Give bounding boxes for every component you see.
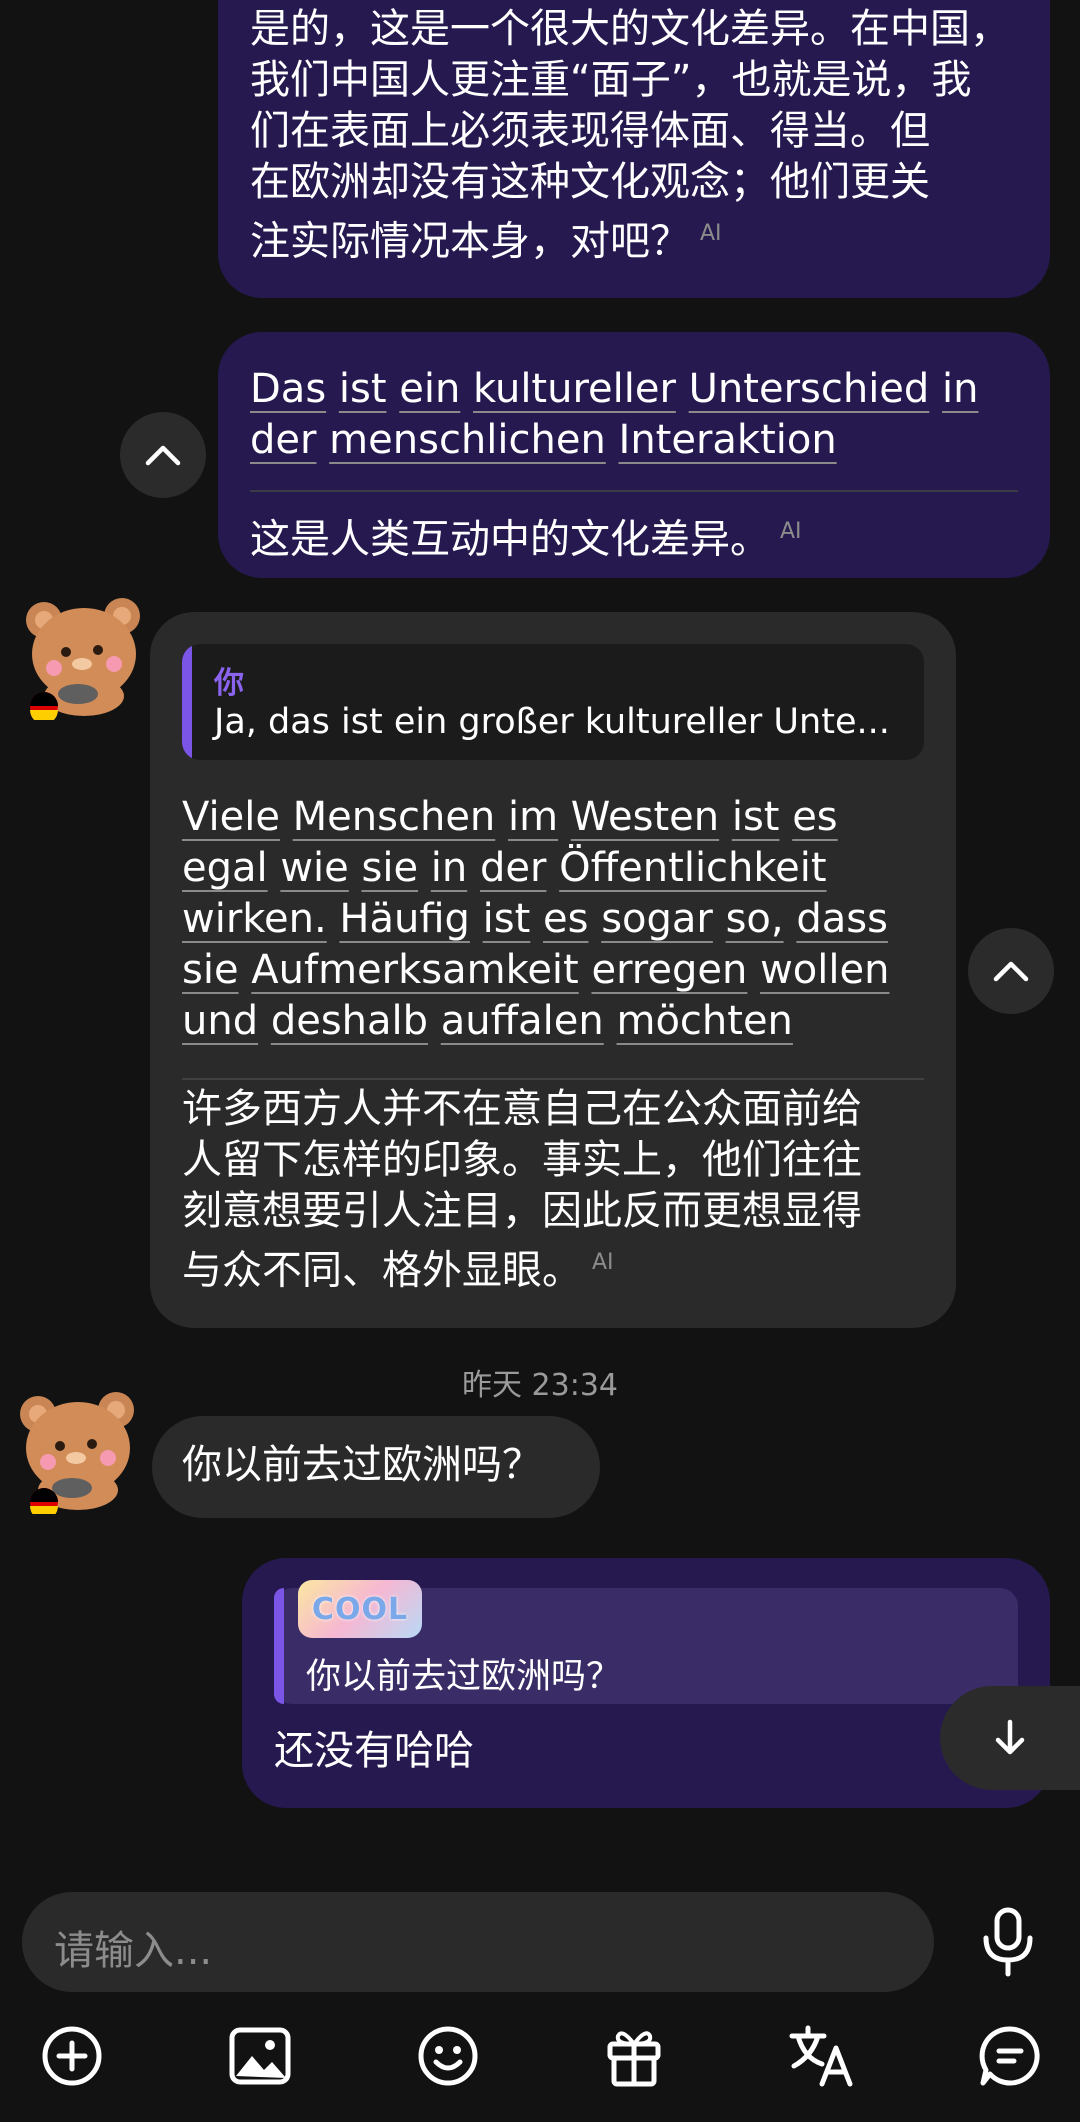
- translatable-word[interactable]: Unterschied: [689, 366, 930, 412]
- translatable-word[interactable]: Interaktion: [619, 417, 837, 463]
- add-button[interactable]: [34, 2018, 110, 2094]
- message-bubble-incoming[interactable]: 你以前去过欧洲吗？: [152, 1416, 600, 1518]
- translatable-word[interactable]: der: [250, 417, 316, 463]
- translatable-word[interactable]: wie: [280, 845, 348, 891]
- translatable-word[interactable]: so,: [726, 896, 784, 942]
- chevron-up-icon: [145, 445, 181, 466]
- translatable-word[interactable]: Häufig: [339, 896, 470, 942]
- translatable-word[interactable]: deshalb: [271, 998, 428, 1044]
- message-line: 刻意想要引人注目，因此反而更想显得: [182, 1188, 862, 1234]
- translatable-word[interactable]: ist: [339, 366, 387, 412]
- translatable-word[interactable]: sogar: [601, 896, 713, 942]
- translatable-word[interactable]: ist: [732, 794, 780, 840]
- microphone-icon: [983, 1907, 1033, 1977]
- message-bubble-outgoing[interactable]: 是的，这是一个很大的文化差异。在中国， 我们中国人更注重“面子”，也就是说，我 们在…: [218, 0, 1050, 298]
- translatable-word[interactable]: Viele: [182, 794, 280, 840]
- message-text: 你以前去过欧洲吗？: [182, 1442, 542, 1488]
- message-bubble-incoming-translated[interactable]: 你 Ja, das ist ein großer kultureller Unt…: [150, 612, 956, 1328]
- message-text: 还没有哈哈: [274, 1728, 474, 1774]
- chat-icon: [979, 2026, 1040, 2086]
- translatable-word[interactable]: möchten: [616, 998, 792, 1044]
- translatable-word[interactable]: es: [543, 896, 588, 942]
- translatable-word[interactable]: ist: [483, 896, 531, 942]
- translatable-word[interactable]: in: [431, 845, 467, 891]
- input-placeholder: 请输入...: [54, 1928, 213, 1974]
- original-text: Viele Menschen im Westen ist es egal wie …: [182, 792, 889, 1047]
- image-icon: [229, 2027, 291, 2085]
- translation-divider: [182, 1078, 924, 1080]
- message-line: 在欧洲却没有这种文化观念；他们更关: [250, 159, 930, 205]
- translate-icon: [789, 2025, 853, 2087]
- translatable-word[interactable]: menschlichen: [329, 417, 606, 463]
- message-bubble-outgoing-translated[interactable]: Das ist ein kultureller Unterschied in d…: [218, 332, 1050, 578]
- translatable-word[interactable]: und: [182, 998, 258, 1044]
- message-line: 我们中国人更注重“面子”，也就是说，我: [250, 57, 972, 103]
- translatable-word[interactable]: wollen: [760, 947, 889, 993]
- translatable-word[interactable]: in: [942, 366, 978, 412]
- collapse-translation-button[interactable]: [120, 412, 206, 498]
- quote-accent-bar: [182, 644, 192, 760]
- translatable-word[interactable]: Aufmerksamkeit: [251, 947, 578, 993]
- message-line: 是的，这是一个很大的文化差异。在中国，: [250, 6, 1010, 52]
- scroll-to-bottom-button[interactable]: [940, 1686, 1080, 1790]
- chat-button[interactable]: [972, 2018, 1048, 2094]
- message-line: 许多西方人并不在意自己在公众面前给: [182, 1086, 862, 1132]
- translatable-word[interactable]: sie: [182, 947, 239, 993]
- avatar[interactable]: [14, 584, 150, 724]
- quote-accent-bar: [274, 1588, 284, 1704]
- message-bubble-outgoing-reply[interactable]: COOL 你以前去过欧洲吗？ 还没有哈哈: [242, 1558, 1050, 1808]
- translatable-word[interactable]: Öffentlichkeit: [559, 845, 826, 891]
- translatable-word[interactable]: wirken.: [182, 896, 327, 942]
- message-line: 注实际情况本身，对吧？ AI: [250, 218, 722, 265]
- avatar[interactable]: [8, 1378, 144, 1520]
- gift-icon: [607, 2031, 661, 2087]
- emoji-button[interactable]: [410, 2018, 486, 2094]
- sticker-icon: COOL: [298, 1580, 422, 1638]
- add-icon: [42, 2026, 102, 2086]
- message-line: 人留下怎样的印象。事实上，他们往往: [182, 1137, 862, 1183]
- translation-divider: [250, 490, 1018, 492]
- translatable-word[interactable]: dass: [796, 896, 888, 942]
- emoji-icon: [418, 2026, 478, 2086]
- message-line: 与众不同、格外显眼。 AI: [182, 1247, 614, 1294]
- quote-text: Ja, das ist ein großer kultureller Unte.…: [214, 702, 890, 742]
- translatable-word[interactable]: auffalen: [441, 998, 604, 1044]
- quote-text: 你以前去过欧洲吗？: [306, 1657, 622, 1697]
- translatable-word[interactable]: erregen: [591, 947, 747, 993]
- german-flag-icon: [30, 692, 58, 724]
- translatable-word[interactable]: Westen: [571, 794, 719, 840]
- translatable-word[interactable]: der: [480, 845, 546, 891]
- translated-text: 许多西方人并不在意自己在公众面前给 人留下怎样的印象。事实上，他们往往 刻意想要引人…: [182, 1084, 862, 1296]
- message-text: 是的，这是一个很大的文化差异。在中国， 我们中国人更注重“面子”，也就是说，我 们在…: [250, 4, 1010, 267]
- translatable-word[interactable]: sie: [362, 845, 419, 891]
- collapse-translation-button[interactable]: [968, 928, 1054, 1014]
- translatable-word[interactable]: Das: [250, 366, 326, 412]
- translatable-word[interactable]: Menschen: [293, 794, 496, 840]
- gift-button[interactable]: [596, 2018, 672, 2094]
- ai-badge: AI: [700, 221, 722, 246]
- message-line: 们在表面上必须表现得体面、得当。但: [250, 108, 930, 154]
- voice-input-button[interactable]: [970, 1904, 1046, 1980]
- message-input[interactable]: 请输入...: [22, 1892, 934, 1992]
- translatable-word[interactable]: im: [508, 794, 558, 840]
- translate-button[interactable]: [784, 2018, 860, 2094]
- chevron-up-icon: [993, 961, 1029, 982]
- quote-author: 你: [214, 666, 244, 701]
- translatable-word[interactable]: egal: [182, 845, 268, 891]
- quoted-message[interactable]: 你 Ja, das ist ein großer kultureller Unt…: [182, 644, 924, 760]
- arrow-down-icon: [995, 1719, 1025, 1755]
- translated-text: 这是人类互动中的文化差异。 AI: [250, 516, 802, 563]
- image-button[interactable]: [222, 2018, 298, 2094]
- translatable-word[interactable]: kultureller: [473, 366, 676, 412]
- translatable-word[interactable]: ein: [399, 366, 460, 412]
- timestamp: 昨天 23:34: [462, 1368, 618, 1403]
- translatable-word[interactable]: es: [792, 794, 837, 840]
- original-text: Das ist ein kultureller Unterschied in d…: [250, 364, 979, 466]
- ai-badge: AI: [592, 1250, 614, 1275]
